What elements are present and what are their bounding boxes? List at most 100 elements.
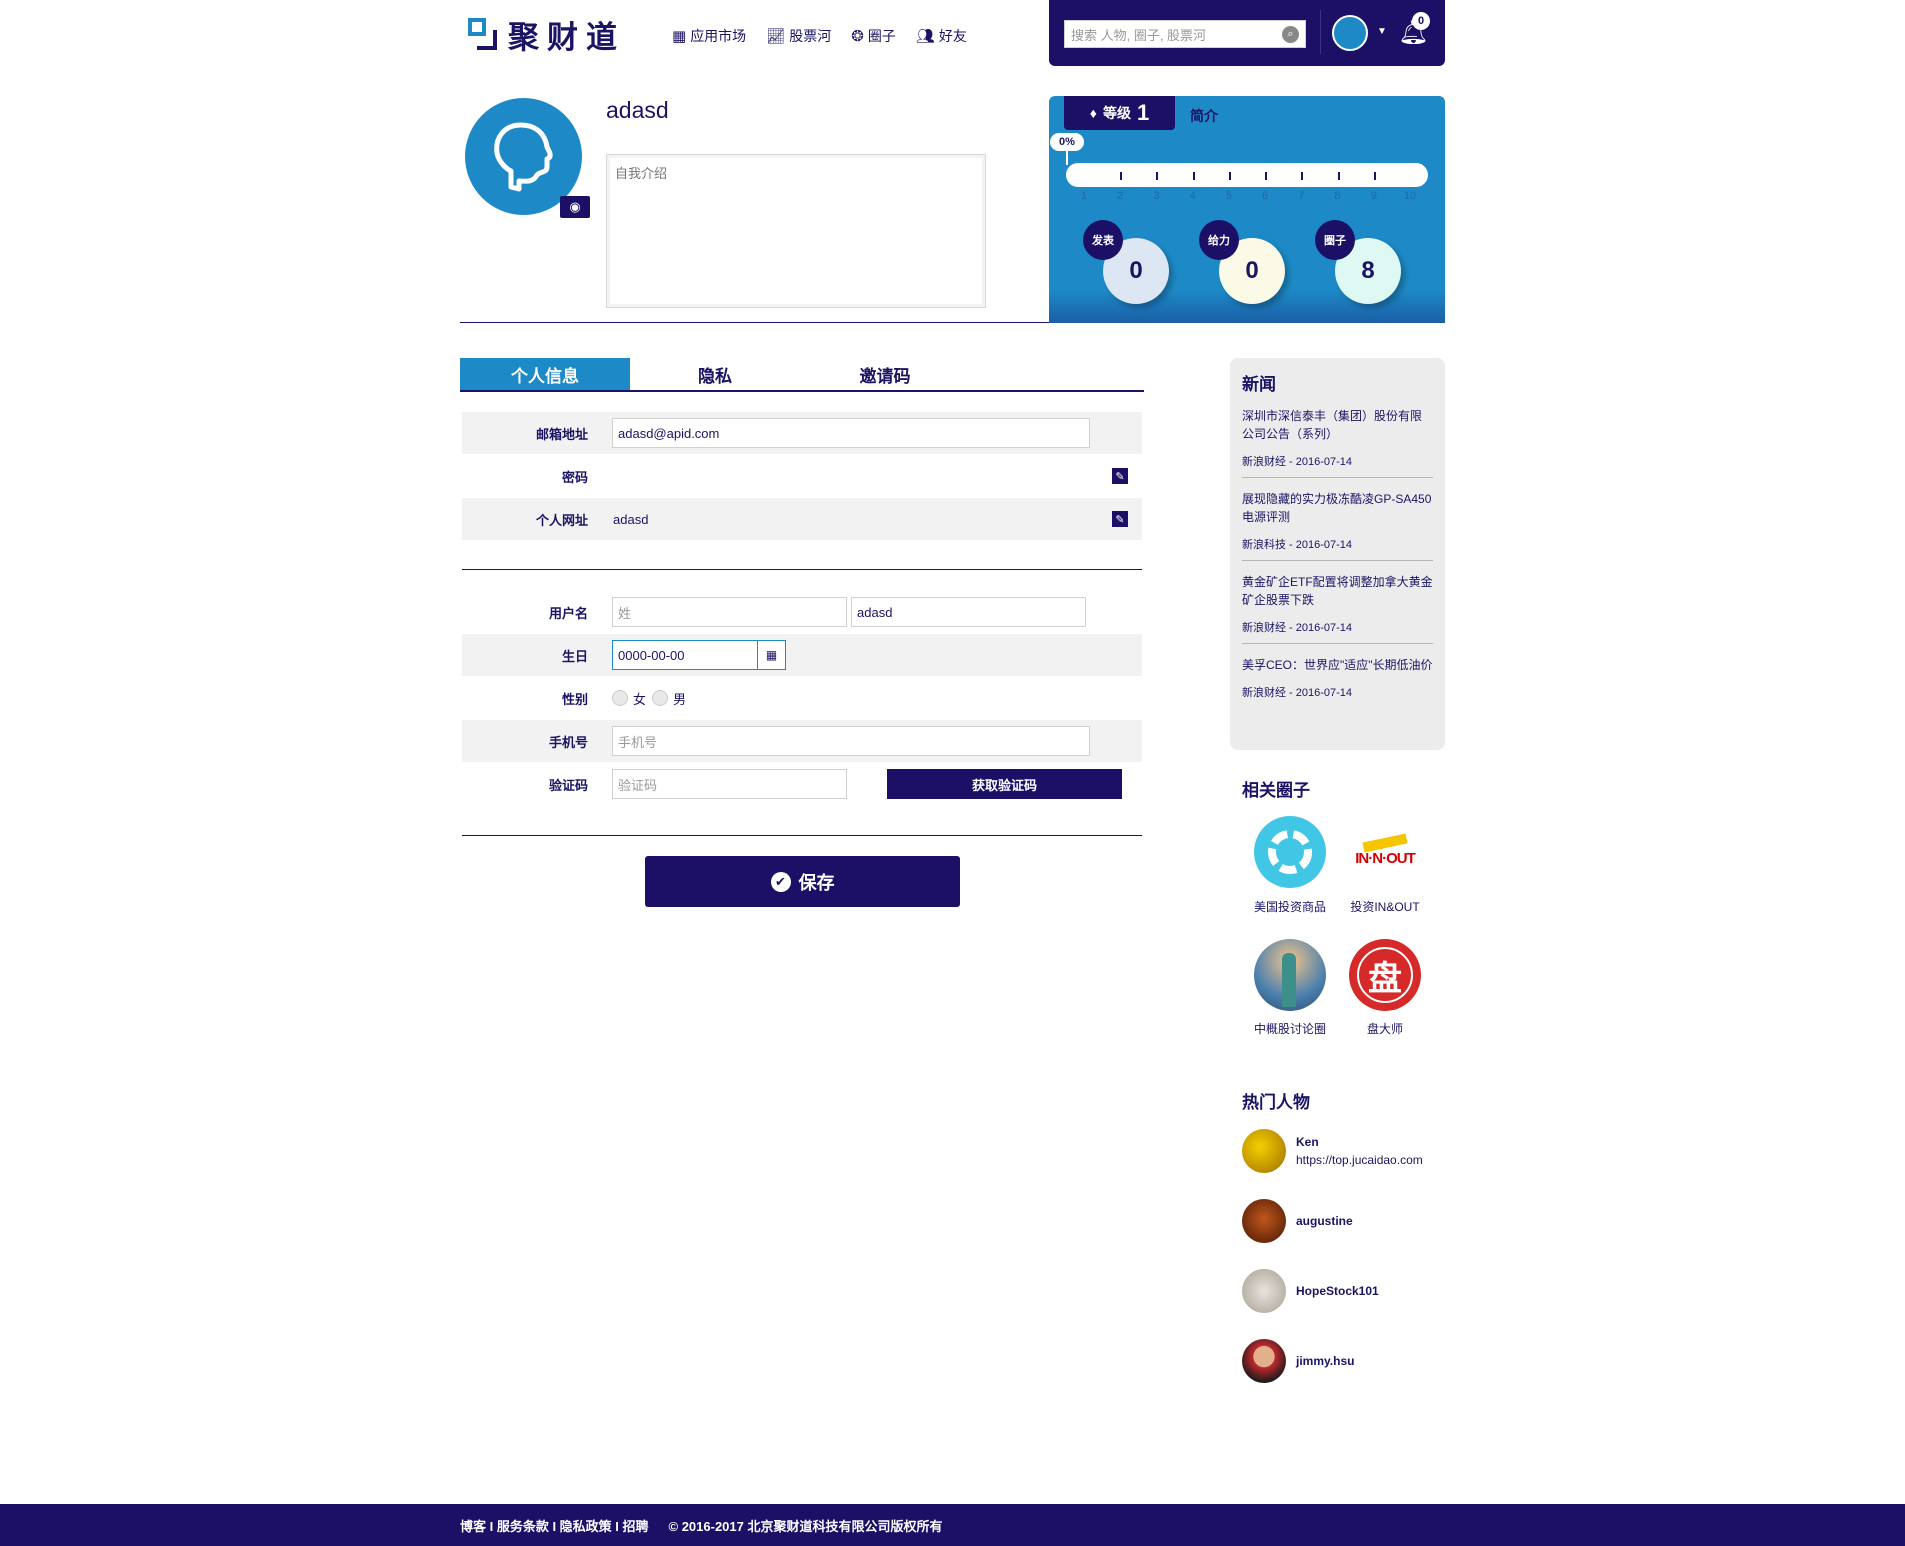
level-tick — [1192, 172, 1195, 180]
news-item[interactable]: 黄金矿企ETF配置将调整加拿大黄金矿企股票下跌 新浪财经 - 2016-07-1… — [1242, 561, 1433, 644]
nav-circles[interactable]: ❂ 圈子 — [851, 26, 896, 46]
level-tick — [1120, 172, 1123, 180]
news-meta: 新浪财经 - 2016-07-14 — [1242, 687, 1353, 699]
main-nav: ▦ 应用市场 📈︎ 股票河 ❂ 圈子 👥︎ 好友 — [672, 26, 967, 46]
phone-label: 手机号 — [548, 734, 588, 750]
stat-posts-label: 发表 — [1083, 220, 1123, 260]
news-item[interactable]: 展现隐藏的实力极冻酷凌GP-SA450电源评测 新浪科技 - 2016-07-1… — [1242, 478, 1433, 561]
divider — [1320, 10, 1321, 54]
nav-stock-river[interactable]: 📈︎ 股票河 — [766, 26, 831, 46]
person-item[interactable]: jimmy.hsu — [1242, 1339, 1354, 1383]
tab-privacy[interactable]: 隐私 — [630, 358, 800, 390]
password-label: 密码 — [561, 469, 588, 485]
person-name[interactable]: augustine — [1296, 1214, 1353, 1228]
gender-label: 性别 — [561, 691, 588, 707]
level-scale-label: 6 — [1262, 190, 1269, 202]
level-scale-label: 2 — [1117, 190, 1124, 202]
avatar[interactable] — [1242, 1269, 1286, 1313]
person-item[interactable]: HopeStock101 — [1242, 1269, 1379, 1313]
avatar[interactable] — [1242, 1339, 1286, 1383]
chevron-down-icon[interactable]: ▼ — [1377, 26, 1387, 37]
circle-name[interactable]: 美国投资商品 — [1240, 898, 1340, 915]
person-name[interactable]: HopeStock101 — [1296, 1284, 1379, 1298]
birthday-row: 生日 0000-00-00 ▦ — [462, 634, 1142, 676]
circle-name[interactable]: 投资IN&OUT — [1335, 898, 1435, 915]
circle-avatar[interactable]: 盘 — [1349, 939, 1421, 1011]
birthday-field[interactable]: 0000-00-00 — [612, 640, 758, 670]
phone-field[interactable]: 手机号 — [612, 726, 1090, 756]
person-name[interactable]: jimmy.hsu — [1296, 1354, 1354, 1368]
level-tick — [1337, 172, 1340, 180]
person-name[interactable]: Ken — [1296, 1135, 1423, 1149]
search-input[interactable]: 搜索 人物, 圈子, 股票河 ⌕ — [1064, 20, 1306, 48]
level-scale-label: 9 — [1370, 190, 1377, 202]
news-headline[interactable]: 展现隐藏的实力极冻酷凌GP-SA450电源评测 — [1242, 490, 1433, 526]
people-title: 热门人物 — [1242, 1093, 1310, 1112]
level-tick — [1156, 172, 1159, 180]
email-label: 邮箱地址 — [535, 426, 588, 442]
news-title: 新闻 — [1242, 375, 1276, 394]
divider — [462, 835, 1142, 836]
level-tick — [1265, 172, 1268, 180]
intro-tab[interactable]: 简介 — [1190, 106, 1218, 126]
save-button[interactable]: ✔ 保存 — [645, 856, 960, 907]
stat-circles-label: 圈子 — [1315, 220, 1355, 260]
search-icon[interactable]: ⌕ — [1282, 25, 1299, 43]
password-row: 密码 ✎ — [462, 455, 1142, 497]
logo[interactable]: 聚财道 — [468, 12, 625, 57]
save-label: 保存 — [798, 872, 835, 893]
gender-female-label: 女 — [633, 691, 647, 707]
bio-textarea[interactable] — [606, 154, 986, 308]
circle-avatar[interactable] — [1254, 939, 1326, 1011]
notification-badge: 0 — [1412, 12, 1430, 30]
level-label: 等级 — [1102, 105, 1131, 121]
chart-icon: 📈︎ — [766, 28, 786, 45]
nav-friends[interactable]: 👥︎ 好友 — [916, 26, 967, 46]
nav-label: 应用市场 — [690, 28, 747, 44]
level-progress-bar — [1066, 163, 1428, 187]
logo-text: 聚财道 — [508, 20, 625, 55]
news-meta: 新浪财经 - 2016-07-14 — [1242, 622, 1353, 634]
person-item[interactable]: Ken https://top.jucaidao.com — [1242, 1129, 1423, 1173]
level-scale-label: 3 — [1153, 190, 1160, 202]
footer-copyright: © 2016-2017 北京聚财道科技有限公司版权所有 — [668, 1518, 943, 1534]
level-scale-label: 5 — [1225, 190, 1232, 202]
avatar[interactable] — [1242, 1129, 1286, 1173]
news-headline[interactable]: 黄金矿企ETF配置将调整加拿大黄金矿企股票下跌 — [1242, 573, 1433, 609]
circle-avatar[interactable] — [1254, 816, 1326, 888]
news-item[interactable]: 深圳市深信泰丰（集团）股份有限公司公告（系列） 新浪财经 - 2016-07-1… — [1242, 395, 1433, 478]
surname-field[interactable]: 姓 — [612, 597, 847, 627]
circle-avatar[interactable]: IN·N·OUT — [1349, 816, 1421, 888]
footer-links[interactable]: 博客 I 服务条款 I 隐私政策 I 招聘 — [460, 1516, 649, 1535]
avatar[interactable] — [1242, 1199, 1286, 1243]
get-code-button[interactable]: 获取验证码 — [887, 769, 1122, 799]
level-scale: 1 2 3 4 5 6 7 8 9 10 — [1066, 190, 1428, 204]
username-label: 用户名 — [548, 605, 588, 621]
diamond-icon: ♦ — [1089, 105, 1097, 121]
code-field[interactable]: 验证码 — [612, 769, 847, 799]
circle-name[interactable]: 中概股讨论圈 — [1240, 1020, 1340, 1037]
level-scale-label: 8 — [1334, 190, 1341, 202]
news-headline[interactable]: 美孚CEO：世界应"适应"长期低油价 — [1242, 656, 1433, 674]
gender-male-radio[interactable] — [652, 690, 669, 706]
calendar-icon[interactable]: ▦ — [758, 640, 786, 670]
given-name-field[interactable]: adasd — [851, 597, 1086, 627]
nav-label: 圈子 — [867, 28, 896, 44]
nav-app-market[interactable]: ▦ 应用市场 — [672, 26, 746, 46]
tab-personal-info[interactable]: 个人信息 — [460, 358, 630, 390]
news-item[interactable]: 美孚CEO：世界应"适应"长期低油价 新浪财经 - 2016-07-14 — [1242, 644, 1433, 708]
tab-invite-code[interactable]: 邀请码 — [800, 358, 970, 390]
level-tab[interactable]: ♦ 等级 1 — [1064, 96, 1175, 130]
user-avatar[interactable] — [1332, 15, 1368, 51]
camera-icon[interactable]: ◉ — [560, 196, 590, 218]
name-row: 用户名 姓 adasd — [462, 591, 1142, 633]
email-field[interactable]: adasd@apid.com — [612, 418, 1090, 448]
circle-name[interactable]: 盘大师 — [1335, 1020, 1435, 1037]
edit-url-icon[interactable]: ✎ — [1112, 511, 1128, 527]
gender-female-radio[interactable] — [612, 690, 628, 706]
news-headline[interactable]: 深圳市深信泰丰（集团）股份有限公司公告（系列） — [1242, 407, 1433, 443]
edit-password-icon[interactable]: ✎ — [1112, 468, 1128, 484]
person-item[interactable]: augustine — [1242, 1199, 1353, 1243]
phone-row: 手机号 手机号 — [462, 720, 1142, 762]
level-tick — [1301, 172, 1304, 180]
